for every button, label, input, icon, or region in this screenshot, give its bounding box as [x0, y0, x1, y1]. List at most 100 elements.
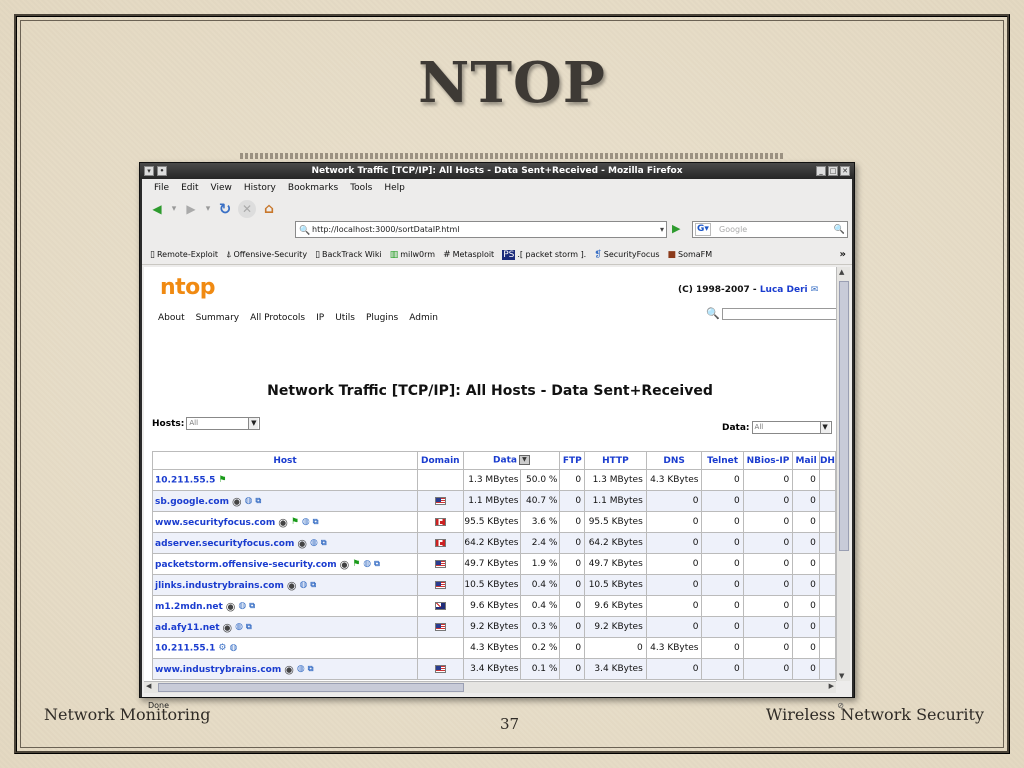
minimize-icon[interactable]: _ — [816, 166, 826, 176]
telnet-cell: 0 — [701, 490, 744, 512]
stop-icon[interactable]: ✕ — [238, 200, 256, 218]
ntop-logo[interactable]: ntop — [160, 275, 216, 300]
col-domain[interactable]: Domain — [417, 451, 464, 470]
host-link[interactable]: m1.2mdn.net — [155, 602, 223, 612]
author-link[interactable]: Luca Deri — [760, 285, 808, 295]
horizontal-scrollbar[interactable]: ◀ ▶ — [144, 681, 836, 693]
window-menu-icon[interactable]: ▾ — [144, 166, 154, 176]
col-telnet[interactable]: Telnet — [701, 451, 744, 470]
hosts-filter-label: Hosts: — [152, 418, 185, 429]
bookmark-item[interactable]: ▯ BackTrack Wiki — [315, 250, 382, 260]
ntop-menu-ip[interactable]: IP — [316, 313, 324, 323]
data-select[interactable]: All ▼ — [751, 421, 832, 434]
col-nbios[interactable]: NBios-IP — [742, 451, 794, 470]
mail-icon[interactable]: ✉ — [811, 285, 819, 295]
scroll-right-icon[interactable]: ▶ — [829, 682, 834, 690]
forward-dropdown-icon[interactable]: ▾ — [204, 200, 212, 218]
ntop-search-input[interactable] — [721, 307, 836, 320]
flag-us-icon[interactable] — [434, 496, 446, 505]
reload-icon[interactable]: ↻ — [216, 200, 234, 218]
footer-right: Wireless Network Security — [765, 705, 984, 724]
ntop-menu-about[interactable]: About — [158, 313, 185, 323]
menu-history[interactable]: History — [238, 183, 282, 193]
flag-ca-icon[interactable] — [434, 538, 446, 547]
url-dropdown-icon[interactable]: ▾ — [660, 222, 664, 237]
data-percent: 0.2 % — [531, 643, 558, 653]
flag-us-icon[interactable] — [434, 622, 446, 631]
bookmark-item[interactable]: ▥ milw0rm — [390, 250, 435, 260]
flag-au-icon[interactable] — [434, 601, 446, 610]
host-link[interactable]: adserver.securityfocus.com — [155, 539, 294, 549]
scroll-up-icon[interactable]: ▲ — [839, 268, 844, 276]
bookmark-item[interactable]: ⍋ Offensive-Security — [226, 250, 307, 260]
ntop-menu-plugins[interactable]: Plugins — [366, 313, 398, 323]
menu-tools[interactable]: Tools — [344, 183, 378, 193]
col-host[interactable]: Host — [151, 451, 419, 470]
menu-bookmarks[interactable]: Bookmarks — [282, 183, 344, 193]
back-dropdown-icon[interactable]: ▾ — [170, 200, 178, 218]
sort-icon[interactable]: ▼ — [518, 455, 530, 466]
link-icon: ⧉ — [307, 664, 314, 673]
horizontal-scroll-thumb[interactable] — [158, 683, 464, 692]
host-link[interactable]: ad.afy11.net — [155, 623, 220, 633]
close-icon[interactable]: ✕ — [840, 166, 850, 176]
url-bar[interactable]: 🔍 http://localhost:3000/sortDataIP.html … — [295, 221, 667, 238]
back-arrow-icon[interactable]: ◀ — [148, 200, 166, 218]
http-cell: 1.1 MBytes — [584, 490, 647, 512]
bookmark-item[interactable]: ■ SomaFM — [667, 250, 712, 260]
col-data[interactable]: Data ▼ — [462, 451, 561, 470]
bookmark-item[interactable]: # Metasploit — [443, 250, 494, 260]
host-link[interactable]: sb.google.com — [155, 497, 229, 507]
forward-arrow-icon[interactable]: ▶ — [182, 200, 200, 218]
menu-bar: File Edit View History Bookmarks Tools H… — [142, 179, 852, 197]
host-link[interactable]: jlinks.industrybrains.com — [155, 581, 284, 591]
flag-us-icon[interactable] — [434, 559, 446, 568]
bookmark-item[interactable]: ▯ Remote-Exploit — [150, 250, 218, 260]
ntop-menu-utils[interactable]: Utils — [335, 313, 355, 323]
host-cell: 10.211.55.1 ⚙ ◍ — [151, 637, 419, 659]
window-pin-icon[interactable]: • — [157, 166, 167, 176]
scroll-left-icon[interactable]: ◀ — [146, 682, 151, 690]
ntop-menu-admin[interactable]: Admin — [409, 313, 438, 323]
bookmark-item[interactable]: ❡ SecurityFocus — [594, 250, 659, 260]
hosts-select[interactable]: All ▼ — [186, 417, 261, 430]
host-link[interactable]: 10.211.55.5 — [155, 475, 215, 485]
go-icon[interactable]: ▶ — [672, 222, 680, 235]
bookmark-label: SecurityFocus — [603, 250, 660, 259]
search-icon[interactable]: 🔍 — [834, 223, 845, 238]
host-link[interactable]: packetstorm.offensive-security.com — [155, 560, 337, 570]
ntop-menu-all-protocols[interactable]: All Protocols — [250, 313, 305, 323]
col-ftp[interactable]: FTP — [559, 451, 586, 470]
telnet-cell: 0 — [701, 616, 744, 638]
vertical-scroll-thumb[interactable] — [839, 281, 849, 551]
vertical-scrollbar[interactable]: ▲ ▼ — [836, 267, 850, 681]
col-mail[interactable]: Mail — [792, 451, 820, 470]
maximize-icon[interactable]: □ — [828, 166, 838, 176]
flag-us-icon[interactable] — [434, 664, 446, 673]
search-input[interactable]: G▾ Google 🔍 — [692, 221, 848, 238]
menu-edit[interactable]: Edit — [175, 183, 204, 193]
ftp-cell: 0 — [559, 469, 586, 491]
bookmark-label: SomaFM — [678, 250, 713, 259]
menu-help[interactable]: Help — [378, 183, 411, 193]
bookmark-item[interactable]: PS .[ packet storm ]. — [502, 249, 586, 260]
scroll-down-icon[interactable]: ▼ — [839, 672, 844, 680]
table-row: ad.afy11.net ◉ ◍ ⧉ 9.2 KBytes 0.3 % 0 9.2 KByte… — [151, 616, 836, 638]
menu-view[interactable]: View — [205, 183, 238, 193]
bookmarks-overflow-icon[interactable]: » — [840, 249, 846, 260]
data-select-value: All — [754, 423, 764, 431]
host-link[interactable]: www.industrybrains.com — [155, 665, 281, 675]
ftp-cell: 0 — [559, 553, 586, 575]
flag-ca-icon[interactable] — [434, 517, 446, 526]
ntop-menu-summary[interactable]: Summary — [196, 313, 240, 323]
flag-us-icon[interactable] — [434, 580, 446, 589]
col-dh[interactable]: DH — [818, 451, 836, 470]
col-dns[interactable]: DNS — [645, 451, 703, 470]
host-link[interactable]: www.securityfocus.com — [155, 518, 275, 528]
menu-file[interactable]: File — [148, 183, 175, 193]
col-http[interactable]: HTTP — [584, 451, 647, 470]
home-icon[interactable]: ⌂ — [260, 200, 278, 218]
dh-cell — [818, 511, 836, 533]
host-link[interactable]: 10.211.55.1 — [155, 643, 215, 653]
google-icon[interactable]: G▾ — [695, 223, 711, 236]
